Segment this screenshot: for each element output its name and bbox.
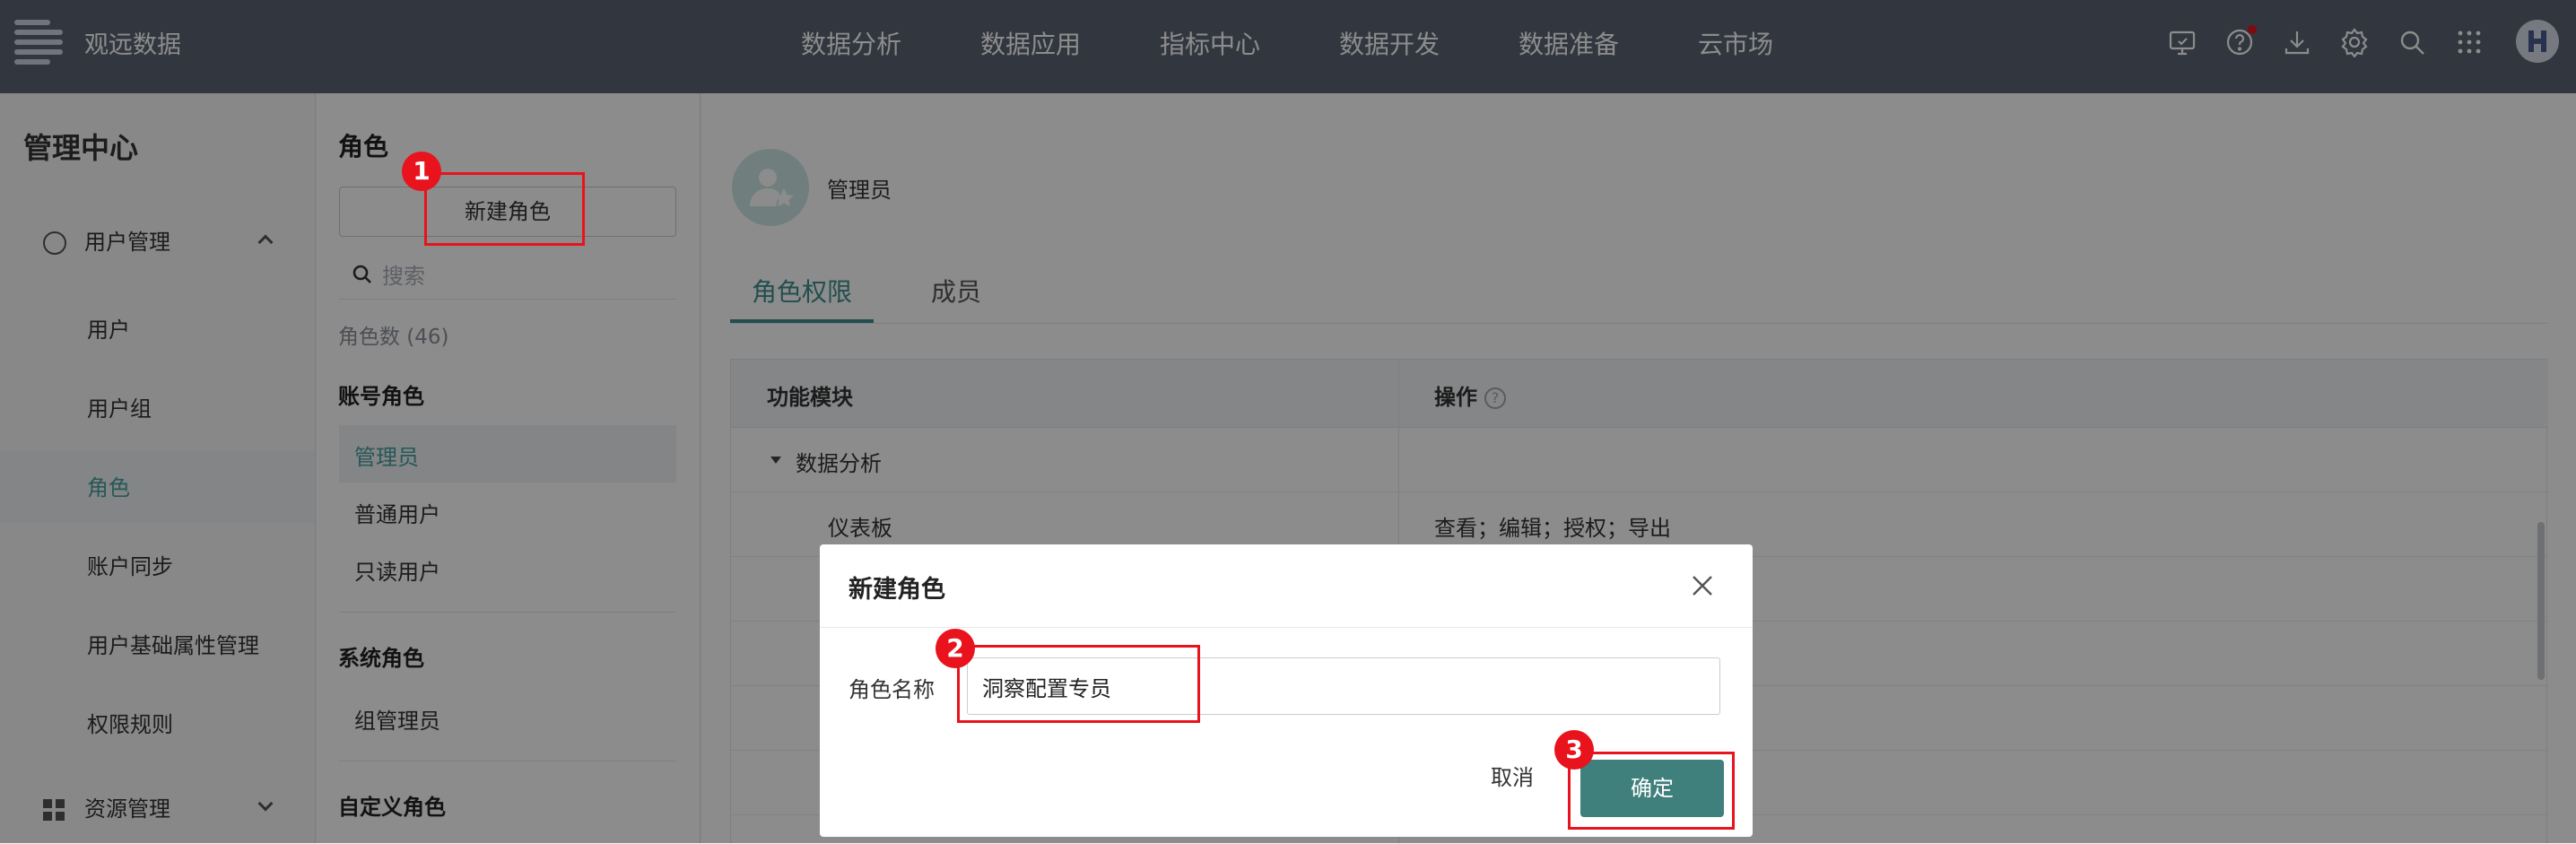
cancel-button[interactable]: 取消	[1458, 749, 1566, 806]
annotation-badge-1: 1	[402, 152, 441, 191]
dialog-title: 新建角色	[849, 576, 945, 604]
annotation-box-confirm	[1568, 752, 1735, 830]
annotation-box-new-role	[424, 172, 585, 246]
annotation-badge-3: 3	[1554, 730, 1594, 770]
close-icon[interactable]	[1690, 573, 1715, 598]
dialog-divider	[820, 627, 1753, 628]
role-name-label: 角色名称	[849, 677, 935, 702]
annotation-badge-2: 2	[936, 629, 975, 668]
annotation-box-role-name	[957, 645, 1200, 723]
